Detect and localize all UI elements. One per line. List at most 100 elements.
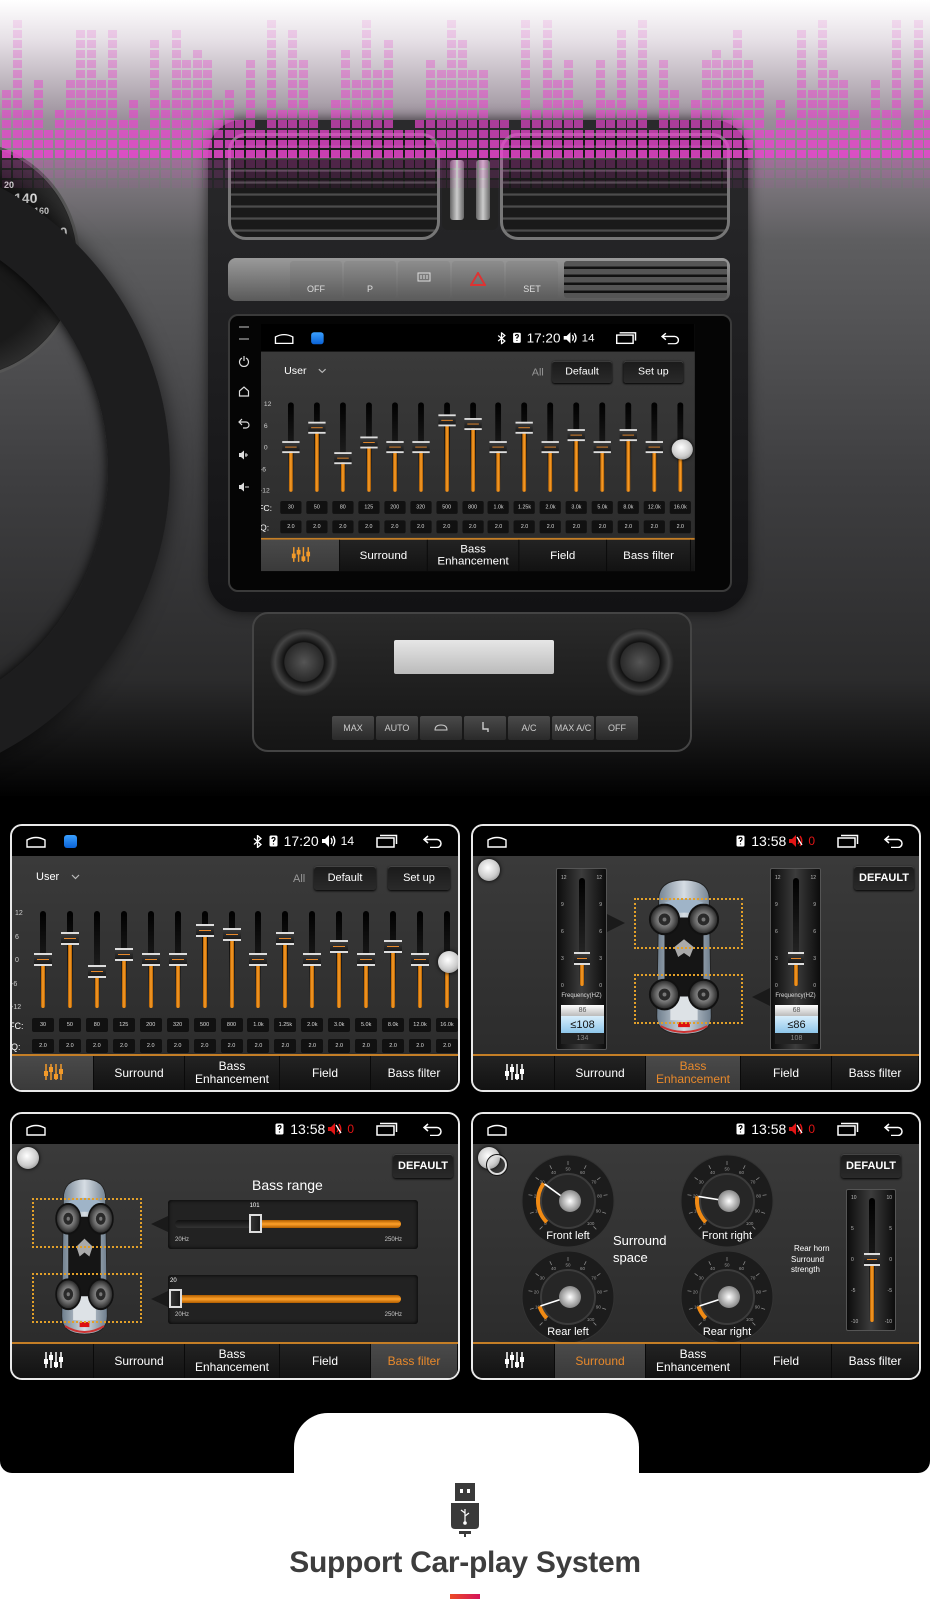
tab-bass-enhancement[interactable]: Bass Enhancement	[185, 1056, 280, 1090]
fc-value[interactable]: 50	[58, 1018, 81, 1032]
eq-slider-80[interactable]	[87, 911, 106, 1008]
q-value[interactable]: 2.0	[358, 520, 380, 534]
gauge-handle[interactable]	[788, 952, 804, 965]
tab-equalizer[interactable]	[12, 1344, 94, 1378]
fc-value[interactable]: 80	[85, 1018, 108, 1032]
home-icon[interactable]	[26, 835, 46, 848]
eq-slider-handle[interactable]	[384, 940, 403, 954]
q-value[interactable]: 2.0	[274, 1039, 297, 1053]
q-value[interactable]: 2.0	[513, 520, 536, 534]
tab-field[interactable]: Field	[741, 1056, 832, 1090]
bass-range-slider[interactable]: 101 20Hz 250Hz	[168, 1200, 418, 1249]
fc-value[interactable]: 8.0k	[617, 501, 639, 514]
home-icon[interactable]	[274, 332, 294, 344]
eq-slider-800[interactable]	[222, 911, 241, 1008]
volume-muted-icon[interactable]	[327, 1122, 343, 1136]
default-button[interactable]: DEFAULT	[841, 1154, 901, 1178]
volume-muted-icon[interactable]	[788, 834, 804, 848]
scroll-knob[interactable]	[438, 951, 458, 973]
fc-value[interactable]: 12.0k	[643, 501, 665, 514]
eq-slider-handle[interactable]	[282, 440, 300, 453]
slider-handle[interactable]	[248, 1214, 262, 1233]
eq-slider-handle[interactable]	[619, 429, 638, 442]
q-value[interactable]: 2.0	[355, 1039, 378, 1053]
home-icon[interactable]	[26, 1123, 46, 1136]
fc-value[interactable]: 1.25k	[513, 501, 536, 514]
eq-slider-handle[interactable]	[463, 418, 482, 431]
eq-slider-500[interactable]	[437, 402, 456, 492]
eq-slider-125[interactable]	[360, 402, 378, 492]
q-value[interactable]: 2.0	[332, 520, 354, 534]
eq-slider-handle[interactable]	[87, 964, 106, 978]
eq-slider-2-0k[interactable]	[541, 402, 560, 492]
q-value[interactable]: 2.0	[435, 1039, 458, 1053]
eq-slider-200[interactable]	[141, 911, 160, 1008]
q-value[interactable]: 2.0	[669, 520, 691, 534]
eq-slider-handle[interactable]	[412, 440, 430, 453]
strength-handle[interactable]	[864, 1253, 880, 1266]
q-value[interactable]: 2.0	[591, 520, 614, 534]
climate-button[interactable]: MAX A/C	[552, 716, 594, 740]
eq-slider-handle[interactable]	[360, 436, 378, 449]
frequency-next[interactable]: 108	[775, 1033, 818, 1044]
fc-value[interactable]: 800	[461, 501, 484, 514]
speaker-zone[interactable]	[32, 1273, 142, 1323]
back-icon[interactable]	[883, 834, 905, 848]
q-value[interactable]: 2.0	[617, 520, 639, 534]
tab-surround[interactable]: Surround	[94, 1344, 185, 1378]
fc-value[interactable]: 16.0k	[435, 1018, 458, 1032]
app-icon[interactable]	[311, 331, 324, 344]
surround-toggle-icon[interactable]	[486, 1154, 508, 1181]
volume-icon[interactable]	[321, 834, 337, 848]
eq-slider-handle[interactable]	[303, 952, 322, 966]
eq-slider-1-25k[interactable]	[515, 402, 534, 492]
fc-value[interactable]: 1.25k	[274, 1018, 297, 1032]
eq-slider-handle[interactable]	[567, 429, 586, 442]
tire-pressure-button[interactable]: SET	[506, 261, 558, 298]
eq-slider-handle[interactable]	[60, 932, 79, 946]
eq-slider-5-0k[interactable]	[357, 911, 376, 1008]
climate-button[interactable]: MAX	[332, 716, 374, 740]
eq-slider-200[interactable]	[386, 402, 404, 492]
hazard-button[interactable]	[452, 261, 504, 298]
tab-bass-filter[interactable]: Bass filter	[607, 539, 691, 572]
fc-value[interactable]: 1.0k	[487, 501, 510, 514]
tab-equalizer[interactable]	[12, 1056, 94, 1090]
eq-slider-handle[interactable]	[195, 924, 214, 938]
tab-bass-filter[interactable]: Bass filter	[371, 1344, 458, 1378]
strength-track[interactable]	[864, 1198, 880, 1322]
eq-slider-handle[interactable]	[593, 440, 612, 453]
surround-strength-slider[interactable]: 10 10 5 5 0 0 -5 -5 -10 -10	[846, 1189, 896, 1331]
back-icon[interactable]	[883, 1122, 905, 1136]
tab-equalizer[interactable]	[473, 1056, 555, 1090]
eq-slider-handle[interactable]	[222, 928, 241, 942]
eq-slider-5-0k[interactable]	[593, 402, 612, 492]
eq-slider-handle[interactable]	[114, 948, 133, 962]
eq-slider-handle[interactable]	[308, 421, 326, 434]
tab-surround[interactable]: Surround	[555, 1056, 646, 1090]
fc-value[interactable]: 5.0k	[591, 501, 614, 514]
tab-equalizer[interactable]	[261, 539, 341, 572]
fc-value[interactable]: 800	[220, 1018, 243, 1032]
eq-slider-50[interactable]	[60, 911, 79, 1008]
eq-slider-12-0k[interactable]	[411, 911, 430, 1008]
default-button[interactable]: DEFAULT	[854, 866, 914, 890]
gauge-track[interactable]	[788, 878, 804, 986]
fc-value[interactable]: 200	[139, 1018, 162, 1032]
eq-slider-handle[interactable]	[34, 952, 52, 966]
eq-slider-handle[interactable]	[168, 952, 187, 966]
scroll-knob[interactable]	[671, 439, 693, 460]
setup-button[interactable]: Set up	[623, 360, 684, 384]
fc-value[interactable]: 125	[112, 1018, 135, 1032]
tab-field[interactable]: Field	[519, 539, 608, 572]
fc-value[interactable]: 3.0k	[565, 501, 588, 514]
q-value[interactable]: 2.0	[280, 520, 302, 534]
climate-button[interactable]: AUTO	[376, 716, 418, 740]
parking-sensor-button[interactable]: OFF	[290, 261, 342, 298]
q-value[interactable]: 2.0	[410, 520, 432, 534]
fc-value[interactable]: 320	[410, 501, 432, 514]
fc-value[interactable]: 500	[193, 1018, 216, 1032]
tab-equalizer[interactable]	[473, 1344, 555, 1378]
frequency-value[interactable]: ≤ 108	[561, 1016, 604, 1033]
fc-value[interactable]: 50	[306, 501, 328, 514]
